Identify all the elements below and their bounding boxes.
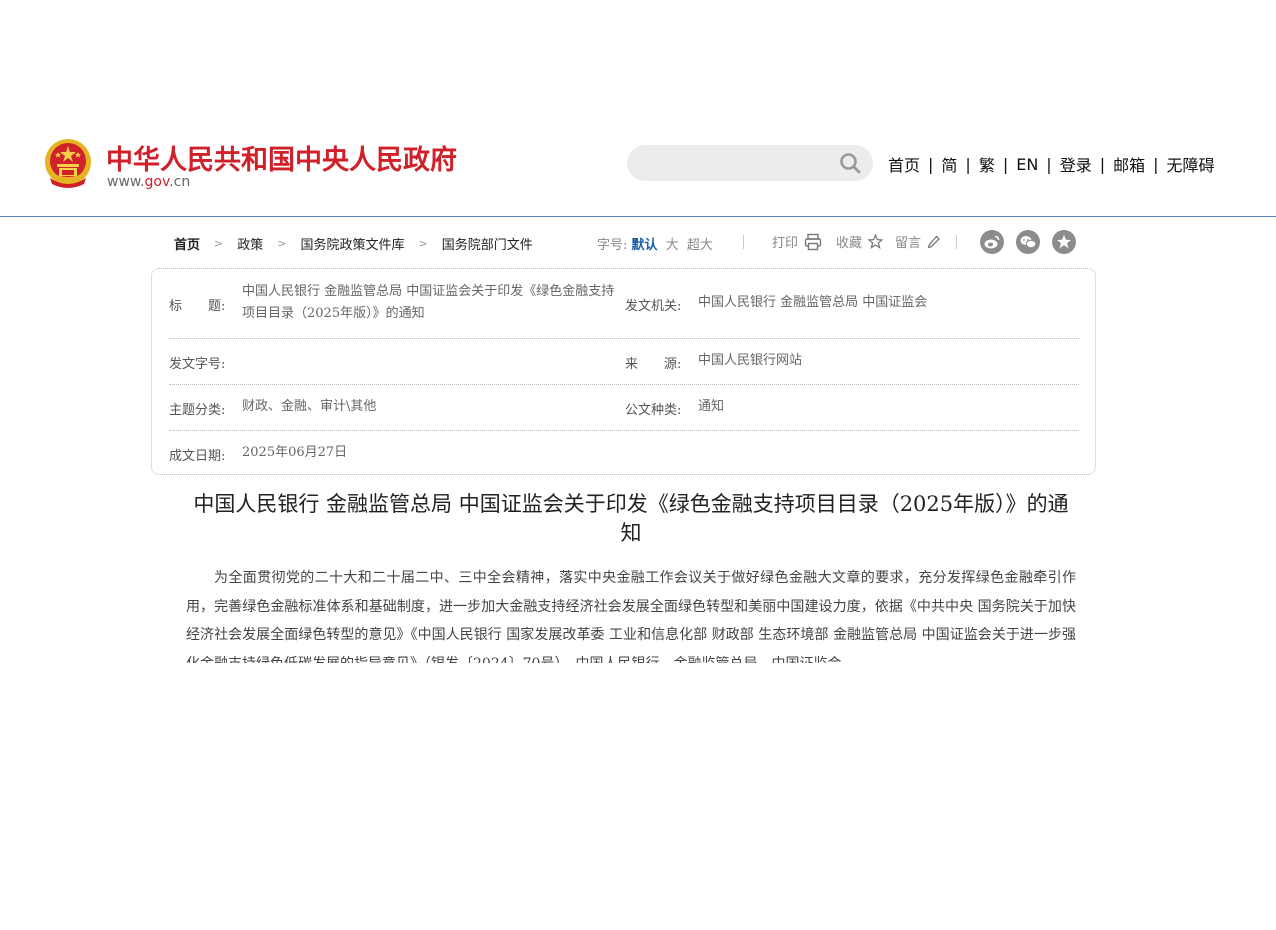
article-body: 为全面贯彻党的二十大和二十届二中、三中全会精神，落实中央金融工作会议关于做好绿色… bbox=[186, 570, 1076, 663]
source-label: 来 源: bbox=[625, 357, 682, 372]
page: 中华人民共和国中央人民政府 www.gov.cn 首页 | 简 | 繁 | EN… bbox=[0, 0, 1276, 930]
nav-separator: | bbox=[1002, 154, 1009, 174]
nav-login[interactable]: 登录 bbox=[1060, 152, 1092, 176]
date-value: 2025年06月27日 bbox=[242, 445, 348, 460]
nav-traditional[interactable]: 繁 bbox=[979, 152, 995, 176]
title-label: 标 题: bbox=[169, 299, 226, 314]
nav-separator: | bbox=[1099, 154, 1106, 174]
info-row-docno: 发文字号: 来 源: 中国人民银行网站 bbox=[169, 338, 1079, 385]
favorite-button[interactable]: 收藏 bbox=[836, 232, 884, 251]
nav-home[interactable]: 首页 bbox=[888, 152, 920, 176]
doc-type-value: 通知 bbox=[698, 399, 725, 414]
site-url-domain: gov bbox=[144, 174, 170, 190]
font-size-label: 字号: bbox=[597, 238, 628, 253]
article-title: 中国人民银行 金融监管总局 中国证监会关于印发《绿色金融支持项目目录（2025年… bbox=[193, 492, 1069, 545]
chevron-right-icon: > bbox=[214, 237, 224, 250]
info-row-topic: 主题分类: 财政、金融、审计\其他 公文种类: 通知 bbox=[169, 384, 1079, 431]
breadcrumb-home[interactable]: 首页 bbox=[174, 234, 200, 253]
title-value: 中国人民银行 金融监管总局 中国证监会关于印发《绿色金融支持项目目录（2025年… bbox=[242, 284, 615, 321]
chevron-right-icon: > bbox=[277, 237, 287, 250]
date-label: 成文日期: bbox=[169, 449, 226, 464]
star-icon bbox=[868, 234, 884, 249]
nav-separator: | bbox=[1153, 154, 1159, 174]
issuer-label: 发文机关: bbox=[625, 299, 682, 314]
toolbar: 首页 > 政策 > 国务院政策文件库 > 国务院部门文件 字号: 默认 大 超大… bbox=[0, 228, 1276, 258]
favorite-label: 收藏 bbox=[836, 236, 863, 251]
breadcrumb: 首页 > 政策 > 国务院政策文件库 > 国务院部门文件 bbox=[174, 234, 533, 253]
pencil-icon bbox=[927, 235, 940, 249]
font-size-xlarge[interactable]: 超大 bbox=[687, 238, 713, 253]
search-input[interactable] bbox=[643, 153, 837, 175]
nav-separator: | bbox=[1046, 154, 1052, 174]
site-title[interactable]: 中华人民共和国中央人民政府 bbox=[106, 138, 457, 177]
search-box bbox=[627, 145, 873, 181]
font-size-switcher: 字号: 默认 大 超大 bbox=[597, 234, 713, 253]
source-value: 中国人民银行网站 bbox=[698, 353, 803, 368]
site-url-suffix: .cn bbox=[169, 174, 191, 190]
info-row-date: 成文日期: 2025年06月27日 bbox=[169, 430, 1079, 475]
nav-simplified[interactable]: 简 bbox=[941, 152, 957, 176]
breadcrumb-policy[interactable]: 政策 bbox=[237, 234, 263, 253]
nav-separator: | bbox=[928, 154, 934, 174]
print-button[interactable]: 打印 bbox=[772, 232, 822, 251]
font-size-default[interactable]: 默认 bbox=[632, 238, 658, 253]
comment-button[interactable]: 留言 bbox=[895, 232, 940, 251]
doc-type-label: 公文种类: bbox=[625, 403, 682, 418]
chevron-right-icon: > bbox=[418, 237, 428, 250]
search-icon[interactable] bbox=[839, 152, 861, 174]
weibo-icon[interactable] bbox=[980, 230, 1004, 254]
issuer-value: 中国人民银行 金融监管总局 中国证监会 bbox=[698, 295, 928, 310]
font-size-large[interactable]: 大 bbox=[666, 238, 679, 253]
info-row-title: 标 题: 中国人民银行 金融监管总局 中国证监会关于印发《绿色金融支持项目目录（… bbox=[169, 269, 1079, 339]
breadcrumb-policy-library[interactable]: 国务院政策文件库 bbox=[300, 234, 404, 253]
star-share-icon[interactable] bbox=[1052, 230, 1076, 254]
printer-icon bbox=[804, 233, 822, 250]
site-url[interactable]: www.gov.cn bbox=[107, 174, 190, 190]
nav-separator: | bbox=[965, 154, 971, 174]
divider bbox=[743, 235, 744, 249]
national-emblem-icon[interactable] bbox=[44, 138, 92, 190]
print-label: 打印 bbox=[772, 236, 799, 251]
site-url-prefix: www. bbox=[107, 174, 145, 190]
top-nav: 首页 | 简 | 繁 | EN | 登录 | 邮箱 | 无障碍 bbox=[888, 152, 1215, 176]
wechat-icon[interactable] bbox=[1016, 230, 1040, 254]
comment-label: 留言 bbox=[895, 236, 922, 251]
doc-number-label: 发文字号: bbox=[169, 357, 226, 372]
breadcrumb-department-docs[interactable]: 国务院部门文件 bbox=[442, 234, 533, 253]
nav-mail[interactable]: 邮箱 bbox=[1113, 152, 1145, 176]
nav-accessibility[interactable]: 无障碍 bbox=[1167, 152, 1215, 176]
nav-english[interactable]: EN bbox=[1016, 155, 1038, 174]
site-header: 中华人民共和国中央人民政府 www.gov.cn 首页 | 简 | 繁 | EN… bbox=[0, 128, 1276, 217]
divider bbox=[956, 235, 957, 249]
document-info-table: 标 题: 中国人民银行 金融监管总局 中国证监会关于印发《绿色金融支持项目目录（… bbox=[151, 268, 1096, 475]
topic-value: 财政、金融、审计\其他 bbox=[242, 399, 377, 414]
topic-label: 主题分类: bbox=[169, 403, 226, 418]
